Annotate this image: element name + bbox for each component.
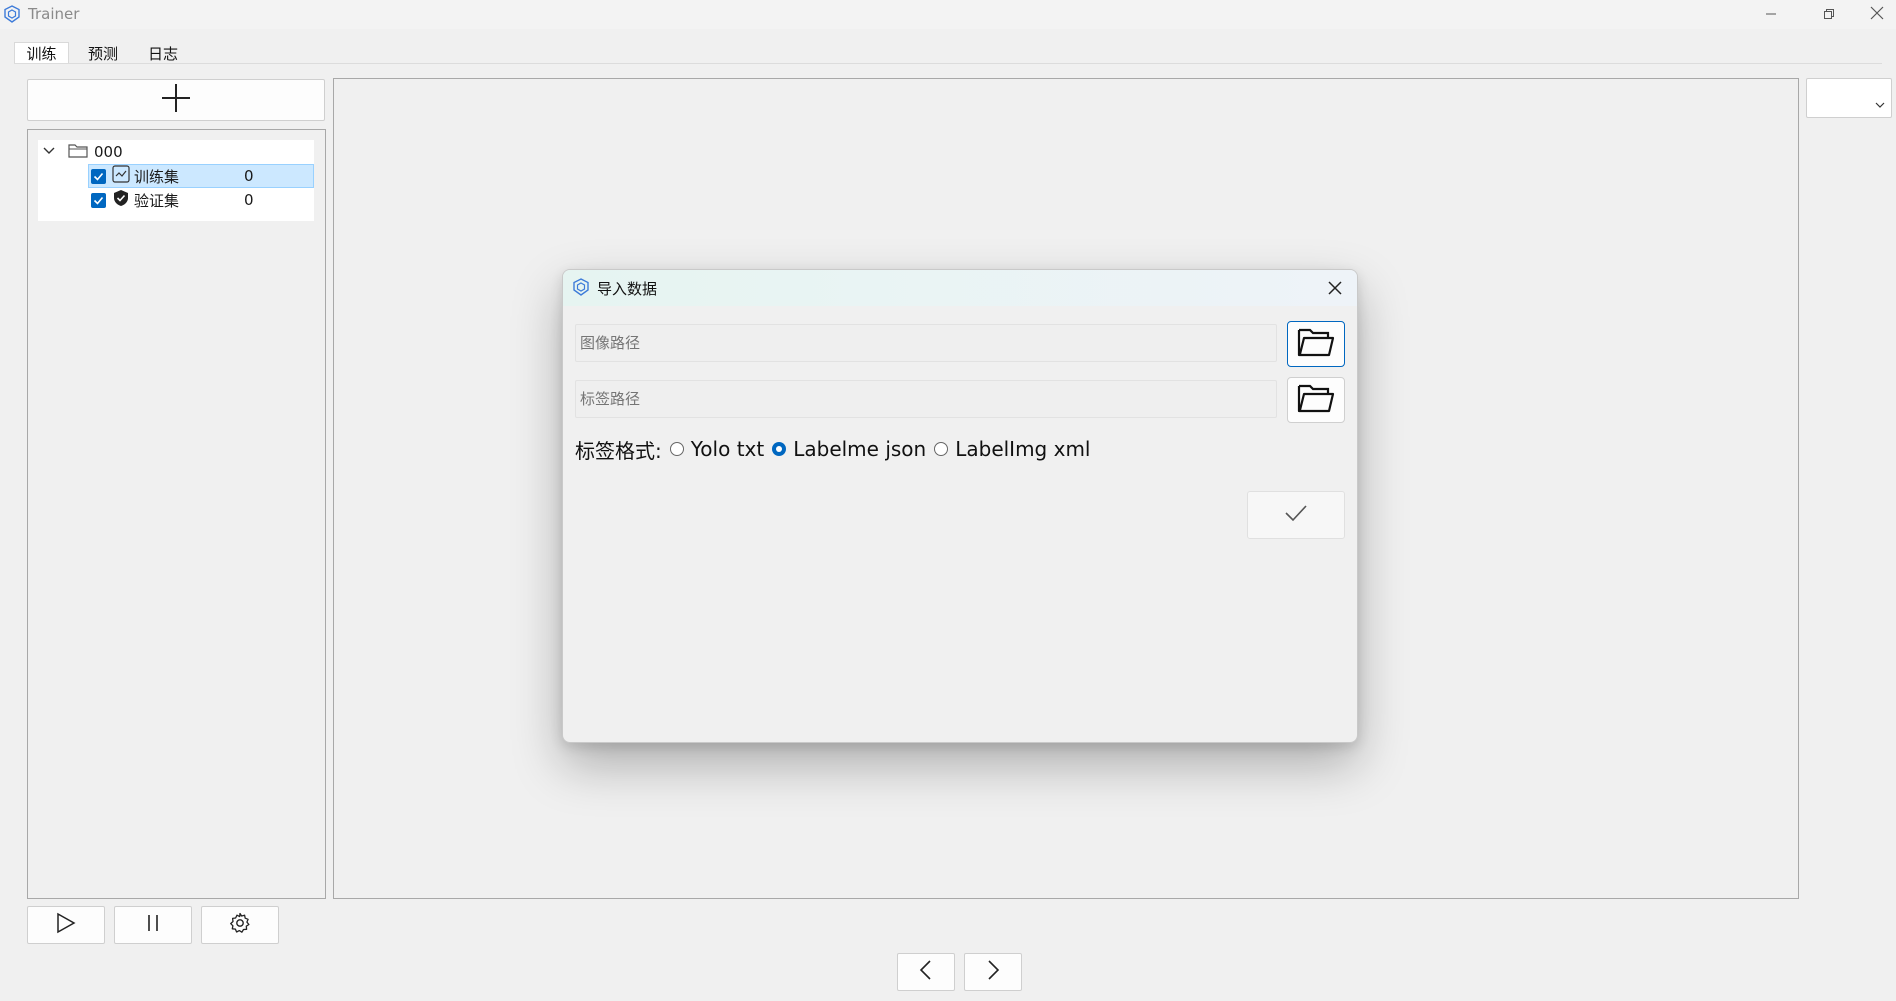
label-format-group: 标签格式: Yolo txt Labelme json LabelImg xml bbox=[575, 435, 1090, 463]
train-set-count: 0 bbox=[244, 167, 254, 185]
close-icon bbox=[1327, 281, 1343, 300]
val-set-count: 0 bbox=[244, 191, 254, 209]
restore-button[interactable] bbox=[1800, 0, 1858, 29]
train-set-checkbox[interactable] bbox=[91, 168, 106, 184]
app-logo-icon bbox=[572, 278, 590, 300]
browse-image-folder-button[interactable] bbox=[1287, 321, 1345, 367]
pause-icon bbox=[142, 912, 164, 938]
model-select-dropdown[interactable] bbox=[1806, 78, 1892, 118]
confirm-button[interactable] bbox=[1247, 491, 1345, 539]
label-format-label: 标签格式: bbox=[575, 438, 662, 463]
radio-yolo-txt-label[interactable]: Yolo txt bbox=[691, 437, 764, 461]
label-path-input[interactable] bbox=[575, 380, 1277, 418]
tab-log[interactable]: 日志 bbox=[134, 42, 192, 64]
radio-labelme-json-label[interactable]: Labelme json bbox=[793, 437, 926, 461]
title-bar: Trainer bbox=[0, 0, 1896, 29]
gear-icon bbox=[228, 911, 252, 939]
next-button[interactable] bbox=[964, 953, 1022, 991]
folder-open-icon bbox=[1296, 381, 1336, 419]
dataset-tree-panel bbox=[27, 129, 326, 899]
radio-labelimg-xml-label[interactable]: LabelImg xml bbox=[955, 437, 1090, 461]
window-title: Trainer bbox=[28, 5, 80, 23]
chevron-down-icon bbox=[1875, 94, 1885, 113]
add-dataset-button[interactable] bbox=[27, 79, 325, 121]
close-window-button[interactable] bbox=[1858, 0, 1896, 29]
radio-labelimg-xml[interactable] bbox=[934, 442, 949, 456]
image-path-input[interactable] bbox=[575, 324, 1277, 362]
dialog-close-button[interactable] bbox=[1327, 280, 1343, 300]
app-logo-icon bbox=[3, 5, 21, 23]
play-button[interactable] bbox=[27, 906, 105, 944]
chevron-right-icon bbox=[985, 959, 1001, 985]
check-icon bbox=[1284, 503, 1308, 527]
import-data-dialog: 导入数据 标签格式: Yolo txt Labelme json LabelIm… bbox=[562, 269, 1358, 743]
restore-icon bbox=[1823, 5, 1835, 24]
settings-button[interactable] bbox=[201, 906, 279, 944]
minimize-icon bbox=[1765, 5, 1777, 24]
tab-predict[interactable]: 预测 bbox=[74, 42, 132, 64]
previous-button[interactable] bbox=[897, 953, 955, 991]
play-icon bbox=[55, 912, 77, 938]
tree-root-label: 000 bbox=[94, 143, 123, 161]
train-set-icon bbox=[112, 165, 130, 187]
tree-root-item[interactable]: 000 bbox=[42, 140, 123, 164]
tab-train[interactable]: 训练 bbox=[14, 42, 69, 64]
plus-icon bbox=[160, 82, 192, 118]
tab-divider bbox=[14, 63, 1882, 64]
chevron-left-icon bbox=[918, 959, 934, 985]
close-icon bbox=[1870, 5, 1884, 24]
tree-item-train-set[interactable]: 训练集 0 bbox=[91, 164, 311, 188]
dialog-title: 导入数据 bbox=[597, 280, 658, 298]
folder-icon bbox=[68, 142, 88, 162]
radio-yolo-txt[interactable] bbox=[669, 442, 684, 456]
dialog-title-bar: 导入数据 bbox=[563, 270, 1357, 306]
train-set-label: 训练集 bbox=[134, 167, 180, 186]
minimize-button[interactable] bbox=[1742, 0, 1800, 29]
shield-check-icon bbox=[112, 189, 130, 211]
val-set-checkbox[interactable] bbox=[91, 192, 106, 208]
radio-labelme-json[interactable] bbox=[772, 442, 787, 456]
tree-item-val-set[interactable]: 验证集 0 bbox=[91, 188, 311, 212]
chevron-down-icon[interactable] bbox=[42, 143, 56, 161]
browse-label-folder-button[interactable] bbox=[1287, 377, 1345, 423]
val-set-label: 验证集 bbox=[134, 191, 180, 210]
pause-button[interactable] bbox=[114, 906, 192, 944]
folder-open-icon bbox=[1296, 325, 1336, 363]
